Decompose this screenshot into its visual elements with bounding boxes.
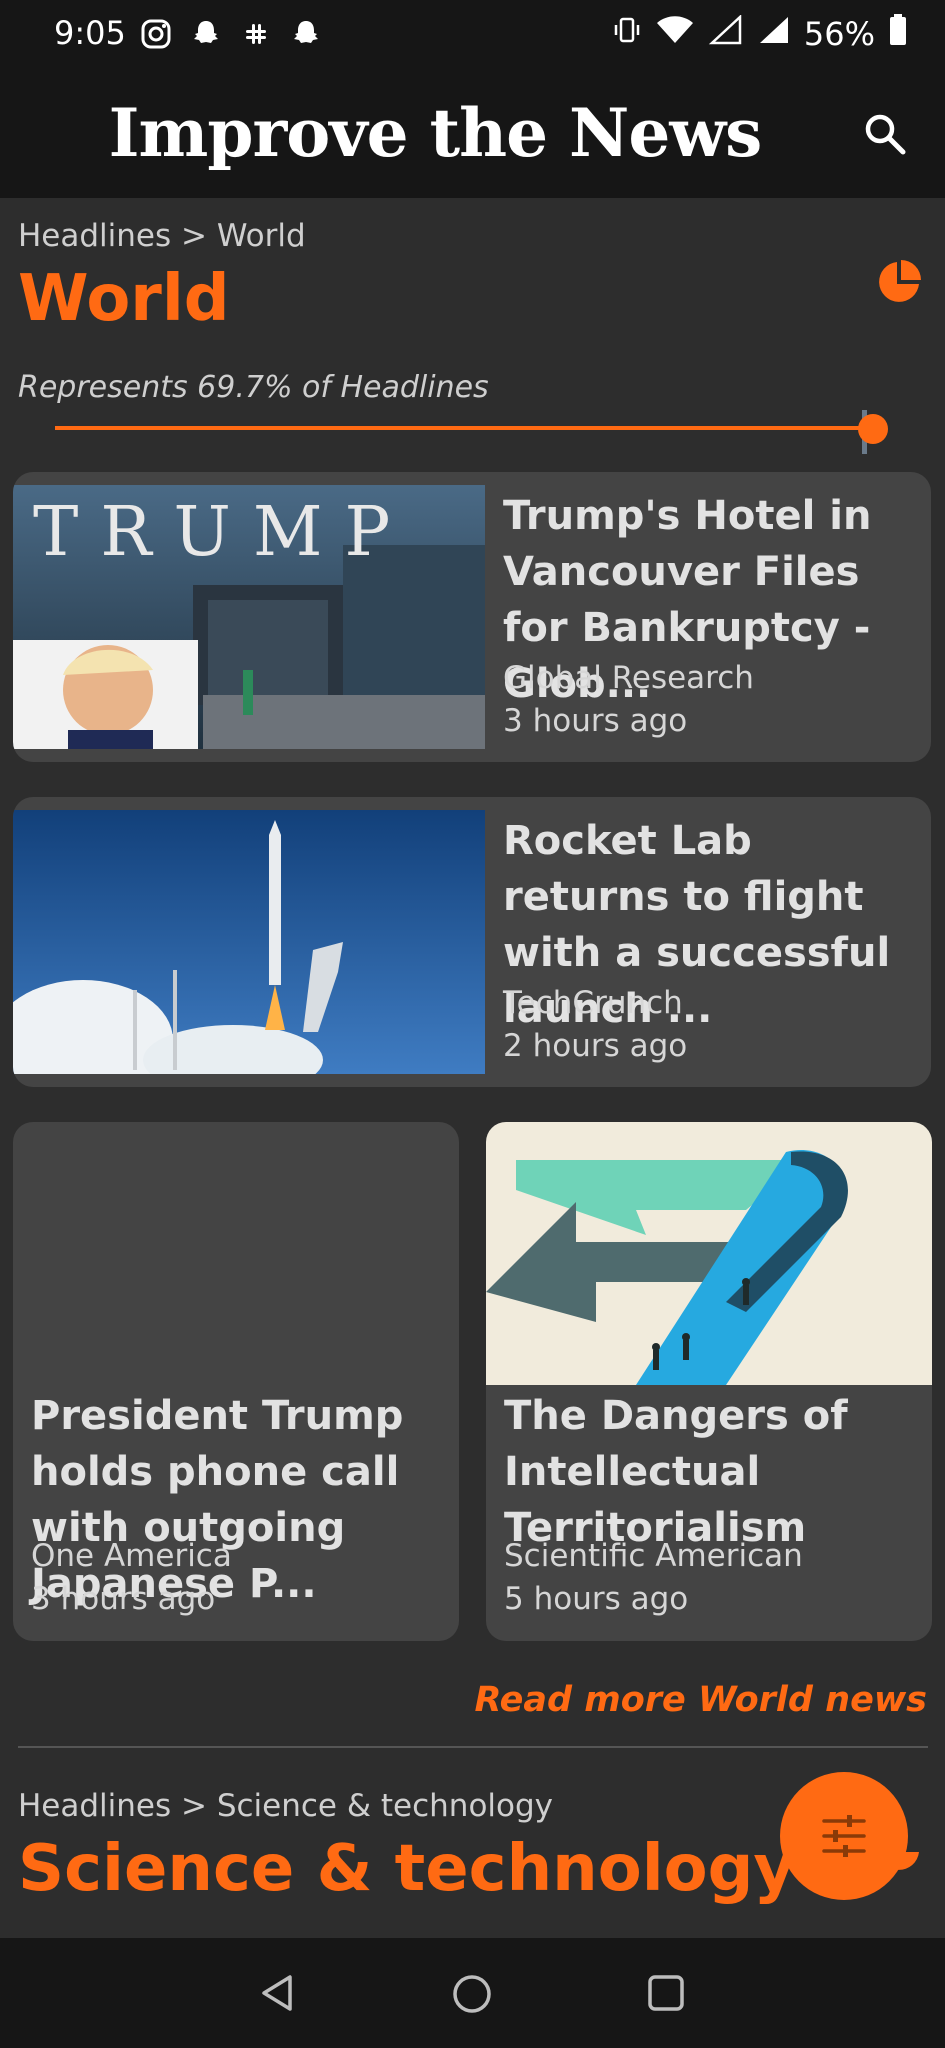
status-time: 9:05 bbox=[54, 14, 126, 52]
snapchat-icon bbox=[290, 18, 322, 50]
svg-text:TRUMP: TRUMP bbox=[33, 493, 412, 572]
article-card[interactable]: Rocket Lab returns to flight with a succ… bbox=[13, 797, 931, 1087]
signal-icon bbox=[756, 15, 790, 53]
article-card[interactable]: TRUMP Trump's Hotel in Vancouver Files f… bbox=[13, 472, 931, 762]
article-source: TechCrunch bbox=[503, 985, 683, 1021]
article-card[interactable]: President Trump holds phone call with ou… bbox=[13, 1122, 459, 1641]
article-headline[interactable]: The Dangers of Intellectual Territoriali… bbox=[504, 1388, 924, 1556]
article-image bbox=[486, 1122, 932, 1385]
back-icon[interactable] bbox=[258, 1973, 298, 2017]
vibrate-icon bbox=[612, 15, 642, 53]
section-title: World bbox=[18, 262, 230, 336]
pie-chart-icon[interactable] bbox=[875, 258, 923, 306]
snapchat-icon bbox=[190, 18, 222, 50]
article-source: Scientific American bbox=[504, 1538, 803, 1574]
battery-percentage: 56% bbox=[803, 15, 875, 53]
filter-button[interactable] bbox=[780, 1772, 908, 1900]
article-card[interactable]: The Dangers of Intellectual Territoriali… bbox=[486, 1122, 932, 1641]
filter-sliders-icon bbox=[819, 1811, 869, 1865]
breadcrumb[interactable]: Headlines > Science & technology bbox=[18, 1788, 553, 1824]
article-source: Global Research bbox=[503, 660, 754, 696]
slider-track[interactable] bbox=[55, 426, 875, 430]
slack-icon bbox=[240, 18, 272, 50]
represents-text: Represents 69.7% of Headlines bbox=[18, 370, 489, 405]
slider-thumb[interactable] bbox=[858, 414, 888, 444]
signal-icon bbox=[708, 14, 742, 53]
article-time: 3 hours ago bbox=[31, 1581, 216, 1617]
battery-icon bbox=[889, 14, 907, 54]
article-headline[interactable]: President Trump holds phone call with ou… bbox=[31, 1388, 451, 1612]
article-time: 3 hours ago bbox=[503, 703, 688, 739]
search-icon[interactable] bbox=[861, 110, 909, 158]
article-source: One America bbox=[31, 1538, 232, 1574]
breadcrumb[interactable]: Headlines > World bbox=[18, 218, 306, 254]
article-image bbox=[13, 810, 485, 1087]
article-image: TRUMP bbox=[13, 485, 485, 749]
article-time: 5 hours ago bbox=[504, 1581, 689, 1617]
instagram-icon bbox=[140, 18, 172, 50]
app-header: Improve the News bbox=[0, 70, 945, 198]
wifi-icon bbox=[656, 15, 694, 53]
section-divider bbox=[18, 1746, 928, 1748]
status-bar: 9:05 56% bbox=[0, 0, 945, 70]
section-title: Science & technology bbox=[18, 1832, 796, 1906]
navigation-bar bbox=[0, 1938, 945, 2048]
home-icon[interactable] bbox=[451, 1973, 493, 2019]
app-title: Improve the News bbox=[108, 94, 763, 172]
read-more-link[interactable]: Read more World news bbox=[474, 1680, 927, 1720]
article-time: 2 hours ago bbox=[503, 1028, 688, 1064]
recents-icon[interactable] bbox=[646, 1973, 686, 2017]
